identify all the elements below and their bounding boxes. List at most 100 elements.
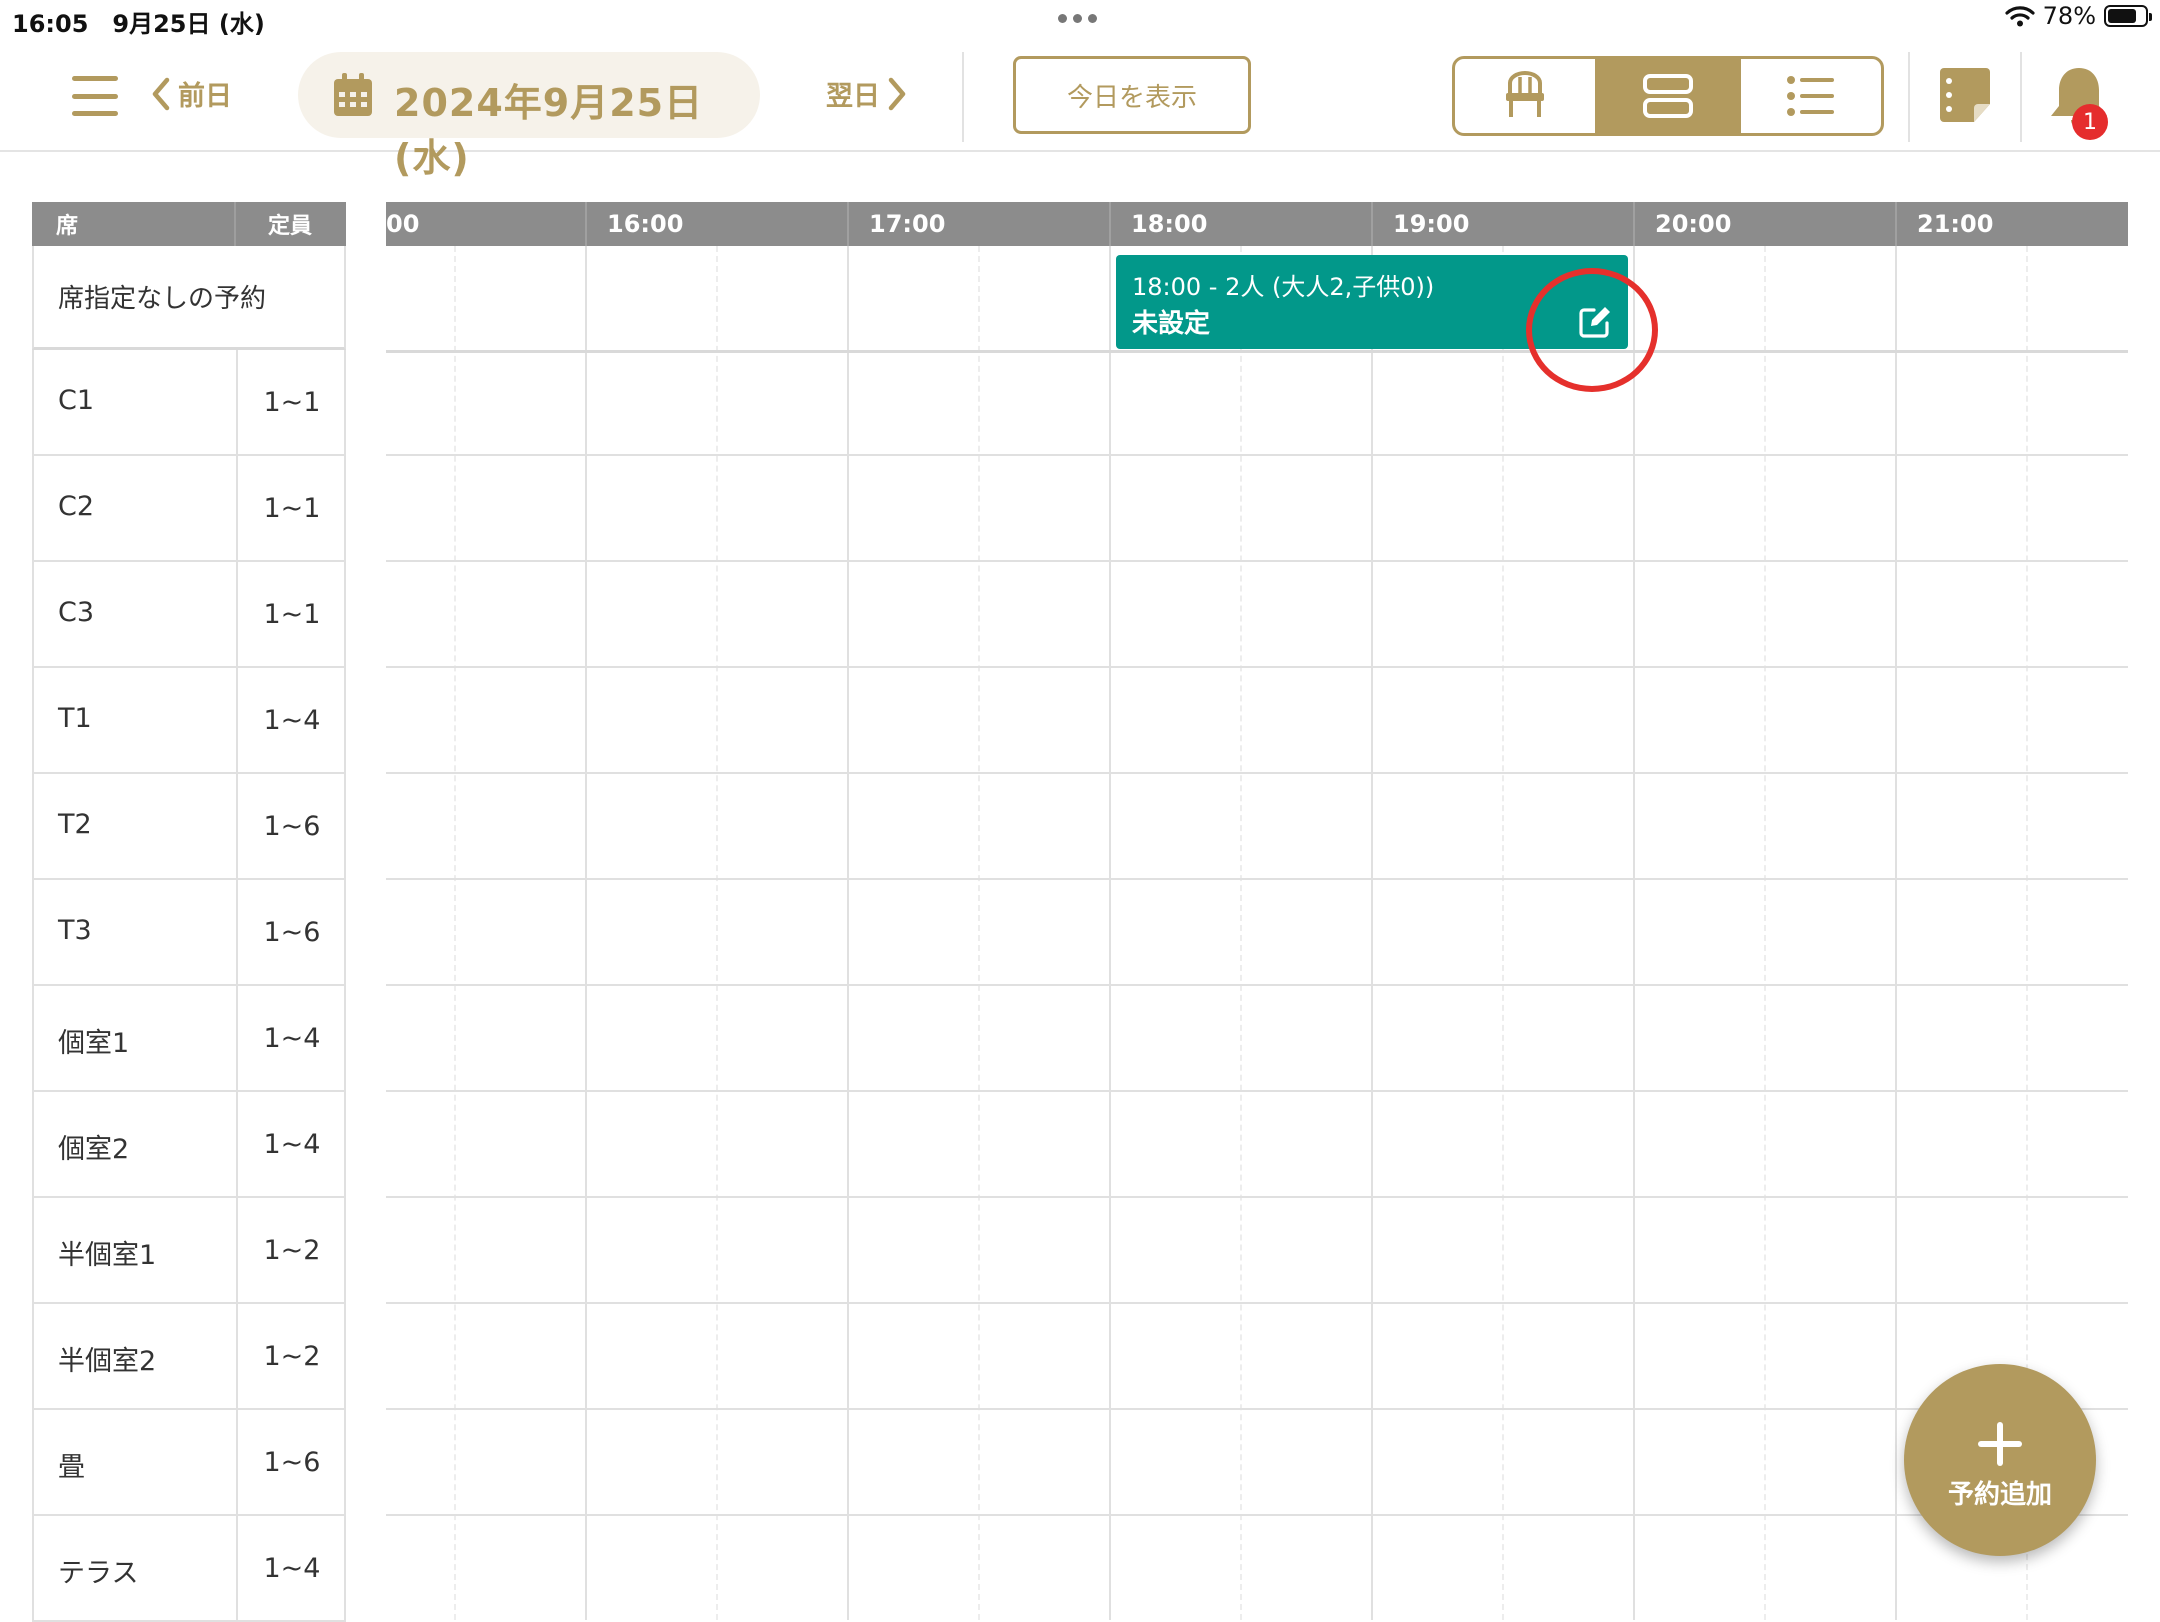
row-gridline bbox=[386, 350, 2128, 353]
row-gridline bbox=[386, 1514, 2128, 1516]
header-hour-divider bbox=[1633, 202, 1635, 246]
seat-row[interactable]: C1 1~1 bbox=[32, 350, 346, 456]
seat-row[interactable]: 個室2 1~4 bbox=[32, 1092, 346, 1198]
seat-name: C3 bbox=[58, 597, 95, 628]
seat-name: テラス bbox=[58, 1558, 139, 1589]
wifi-icon bbox=[2005, 6, 2035, 27]
next-day-label: 翌日 bbox=[826, 81, 880, 112]
list-view-tab[interactable] bbox=[1738, 59, 1881, 133]
seat-row[interactable]: T1 1~4 bbox=[32, 668, 346, 774]
prev-day-button[interactable]: 前日 bbox=[150, 74, 232, 113]
half-hour-gridline bbox=[716, 246, 718, 1620]
memo-icon[interactable] bbox=[1936, 66, 1994, 124]
date-picker[interactable]: 2024年9月25日 (水) bbox=[298, 52, 760, 180]
time-label: 20:00 bbox=[1655, 210, 1732, 238]
view-switcher bbox=[1452, 56, 1884, 136]
seat-name: 畳 bbox=[58, 1452, 85, 1483]
seat-table-header: 席 定員 bbox=[32, 202, 346, 246]
next-day-button[interactable]: 翌日 bbox=[826, 74, 908, 113]
header-hour-divider bbox=[1895, 202, 1897, 246]
prev-day-label: 前日 bbox=[178, 81, 232, 112]
timeline-header: 00 16:00 17:00 18:00 19:00 20:00 21:00 bbox=[386, 202, 2128, 246]
hour-gridline bbox=[585, 246, 587, 1620]
battery-icon bbox=[2104, 5, 2152, 27]
header-hour-divider bbox=[1109, 202, 1111, 246]
seat-row[interactable]: 半個室1 1~2 bbox=[32, 1198, 346, 1304]
hour-gridline bbox=[1109, 246, 1111, 1620]
divider bbox=[962, 52, 964, 142]
menu-icon[interactable] bbox=[72, 76, 118, 116]
reservation-status: 未設定 bbox=[1132, 309, 1211, 339]
status-time: 16:05 9月25日 (水) bbox=[12, 10, 265, 38]
seat-capacity: 1~6 bbox=[236, 774, 346, 878]
timeline-view-tab[interactable] bbox=[1595, 59, 1738, 133]
seat-row[interactable]: C3 1~1 bbox=[32, 562, 346, 668]
row-gridline bbox=[386, 772, 2128, 774]
seat-name: C1 bbox=[58, 385, 95, 416]
time-label: 19:00 bbox=[1393, 210, 1470, 238]
seat-row[interactable]: 個室1 1~4 bbox=[32, 986, 346, 1092]
row-gridline bbox=[386, 1196, 2128, 1198]
time-label: 16:00 bbox=[607, 210, 684, 238]
seat-capacity: 1~6 bbox=[236, 880, 346, 984]
hour-gridline bbox=[1895, 246, 1897, 1620]
seat-capacity: 1~6 bbox=[236, 1410, 346, 1514]
unassigned-label: 席指定なしの予約 bbox=[58, 284, 267, 314]
chevron-right-icon bbox=[888, 77, 906, 110]
seat-name: 個室1 bbox=[58, 1028, 130, 1059]
time-label: 17:00 bbox=[869, 210, 946, 238]
calendar-icon bbox=[334, 73, 372, 116]
hour-gridline bbox=[847, 246, 849, 1620]
rows-icon bbox=[1643, 74, 1693, 118]
show-today-button[interactable]: 今日を表示 bbox=[1013, 56, 1251, 134]
seat-capacity: 1~4 bbox=[236, 668, 346, 772]
seat-row[interactable]: テラス 1~4 bbox=[32, 1516, 346, 1622]
capacity-column-header: 定員 bbox=[268, 214, 313, 239]
seat-capacity: 1~1 bbox=[236, 350, 346, 454]
half-hour-gridline bbox=[1502, 246, 1504, 1620]
seat-row[interactable]: 畳 1~6 bbox=[32, 1410, 346, 1516]
row-gridline bbox=[386, 1302, 2128, 1304]
notification-badge: 1 bbox=[2072, 104, 2108, 140]
seat-row[interactable]: 半個室2 1~2 bbox=[32, 1304, 346, 1410]
multitasking-dots-icon[interactable] bbox=[1058, 14, 1097, 23]
reservation-summary: 18:00 - 2人 (大人2,子供0)) bbox=[1132, 273, 1435, 301]
seat-row[interactable]: T3 1~6 bbox=[32, 880, 346, 986]
seat-capacity: 1~2 bbox=[236, 1304, 346, 1408]
seat-name: T2 bbox=[58, 809, 92, 840]
row-gridline bbox=[386, 878, 2128, 880]
time-label: 18:00 bbox=[1131, 210, 1208, 238]
row-gridline bbox=[386, 666, 2128, 668]
chevron-left-icon bbox=[152, 77, 170, 110]
row-gridline bbox=[386, 454, 2128, 456]
seat-column-header: 席 bbox=[56, 214, 79, 239]
seat-name: C2 bbox=[58, 491, 95, 522]
plus-icon bbox=[1978, 1422, 2022, 1466]
half-hour-gridline bbox=[1764, 246, 1766, 1620]
chair-icon bbox=[1506, 71, 1544, 117]
seat-row[interactable]: C2 1~1 bbox=[32, 456, 346, 562]
header-hour-divider bbox=[585, 202, 587, 246]
seat-row[interactable]: T2 1~6 bbox=[32, 774, 346, 880]
half-hour-gridline bbox=[1240, 246, 1242, 1620]
seat-name: 半個室2 bbox=[58, 1346, 157, 1377]
add-reservation-label: 予約追加 bbox=[1947, 1480, 2052, 1510]
header-hour-divider bbox=[847, 202, 849, 246]
row-gridline bbox=[386, 560, 2128, 562]
divider bbox=[2020, 52, 2022, 142]
timeline-grid: 00 16:00 17:00 18:00 19:00 20:00 21:00 bbox=[386, 202, 2128, 1620]
unassigned-reservations-row[interactable]: 席指定なしの予約 bbox=[32, 246, 346, 350]
seat-view-tab[interactable] bbox=[1455, 59, 1595, 133]
seat-name: T1 bbox=[58, 703, 92, 734]
time-label: 00 bbox=[386, 210, 420, 238]
seat-name: T3 bbox=[58, 915, 92, 946]
list-icon bbox=[1787, 76, 1834, 116]
row-gridline bbox=[386, 1090, 2128, 1092]
status-indicators: 78% bbox=[2005, 2, 2152, 30]
current-date: 2024年9月25日 (水) bbox=[394, 81, 704, 180]
header-hour-divider bbox=[1371, 202, 1373, 246]
add-reservation-button[interactable]: 予約追加 bbox=[1904, 1364, 2096, 1556]
row-gridline bbox=[386, 984, 2128, 986]
hour-gridline bbox=[1371, 246, 1373, 1620]
half-hour-gridline bbox=[454, 246, 456, 1620]
